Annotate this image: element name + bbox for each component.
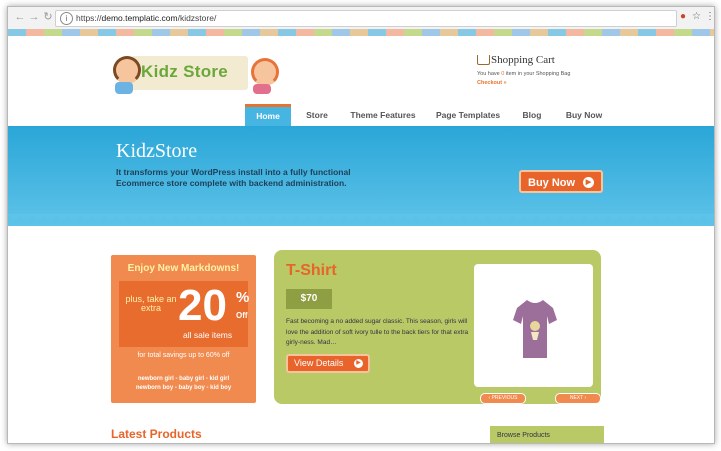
product-title[interactable]: T-Shirt	[286, 262, 337, 280]
view-details-button[interactable]: View Details ▶	[286, 354, 370, 373]
tshirt-icon	[513, 300, 557, 358]
promo-total-savings: for total savings up to 60% off	[137, 352, 230, 359]
nav-theme-features[interactable]: Theme Features	[344, 104, 422, 126]
boy-icon	[113, 56, 141, 84]
promo-categories-boys[interactable]: newborn boy - baby boy - kid boy	[111, 384, 256, 393]
product-description: Fast becoming a no added sugar classic. …	[286, 318, 469, 346]
markdown-promo[interactable]: Enjoy New Markdowns! plus, take an extra…	[111, 255, 256, 403]
hero-title: KidzStore	[116, 140, 198, 162]
promo-off-text: Off	[236, 311, 248, 320]
browser-window: ← → ↻ i https://demo.templatic.com/kidzs…	[7, 6, 715, 444]
promo-plus-text: plus, take an extra	[125, 294, 177, 313]
cart-summary: You have 0 item in your Shopping Bag	[477, 71, 571, 77]
latest-products-heading: Latest Products	[111, 427, 202, 441]
cart-title[interactable]: Shopping Cart	[491, 54, 555, 66]
featured-product: T-Shirt $70 Fast becoming a no added sug…	[274, 250, 601, 404]
promo-percent-number: 20	[178, 281, 227, 330]
hero-subtitle: It transforms your WordPress install int…	[116, 167, 351, 188]
site-logo[interactable]: Kidz Store	[109, 52, 279, 94]
nav-home[interactable]: Home	[245, 104, 291, 126]
nav-page-templates[interactable]: Page Templates	[429, 104, 507, 126]
checkout-link[interactable]: Checkout »	[477, 80, 507, 86]
menu-dots-icon[interactable]: ⋮	[705, 11, 714, 23]
address-bar[interactable]: i https://demo.templatic.com/kidzstore/	[55, 10, 677, 27]
girl-body	[253, 84, 271, 94]
extension-icon[interactable]: ●	[680, 11, 686, 23]
girl-icon	[251, 58, 279, 86]
reload-icon[interactable]: ↻	[42, 11, 54, 23]
url-text[interactable]: https://demo.templatic.com/kidzstore/	[76, 12, 216, 25]
hero-fringe	[8, 214, 714, 228]
promo-percent-sign: %	[236, 289, 250, 306]
browser-toolbar: ← → ↻ i https://demo.templatic.com/kidzs…	[8, 7, 714, 30]
arrow-circle-icon: ▶	[583, 177, 594, 188]
browse-products-label: Browse Products	[497, 432, 550, 439]
browse-products-panel: Browse Products	[490, 426, 604, 443]
nav-blog[interactable]: Blog	[514, 104, 550, 126]
buy-now-label: Buy Now	[528, 177, 576, 189]
arrow-circle-icon: ▶	[354, 359, 363, 368]
previous-button[interactable]: ‹ PREVIOUS	[480, 393, 526, 404]
boy-body	[115, 82, 133, 94]
forward-arrow-icon[interactable]: →	[28, 11, 40, 23]
star-icon[interactable]: ☆	[692, 11, 701, 23]
product-price: $70	[286, 289, 332, 309]
product-image[interactable]	[474, 264, 593, 387]
promo-discount-box: plus, take an extra 20 % Off all sale it…	[119, 281, 250, 347]
logo-text: Kidz Store	[141, 62, 229, 81]
buy-now-button[interactable]: Buy Now ▶	[519, 170, 603, 193]
promo-sale-text: all sale items	[183, 330, 233, 340]
view-details-label: View Details	[294, 358, 344, 368]
promo-heading: Enjoy New Markdowns!	[127, 263, 240, 274]
decorative-stripe	[8, 29, 714, 36]
cart-icon[interactable]	[477, 55, 490, 65]
nav-buy-now[interactable]: Buy Now	[557, 104, 611, 126]
promo-categories-girls[interactable]: newborn girl - baby girl - kid girl	[111, 375, 256, 384]
info-icon[interactable]: i	[60, 12, 73, 25]
nav-store[interactable]: Store	[297, 104, 337, 126]
next-button[interactable]: NEXT ›	[555, 393, 601, 404]
promo-categories: newborn girl - baby girl - kid girl newb…	[111, 375, 256, 393]
back-arrow-icon[interactable]: ←	[14, 11, 26, 23]
